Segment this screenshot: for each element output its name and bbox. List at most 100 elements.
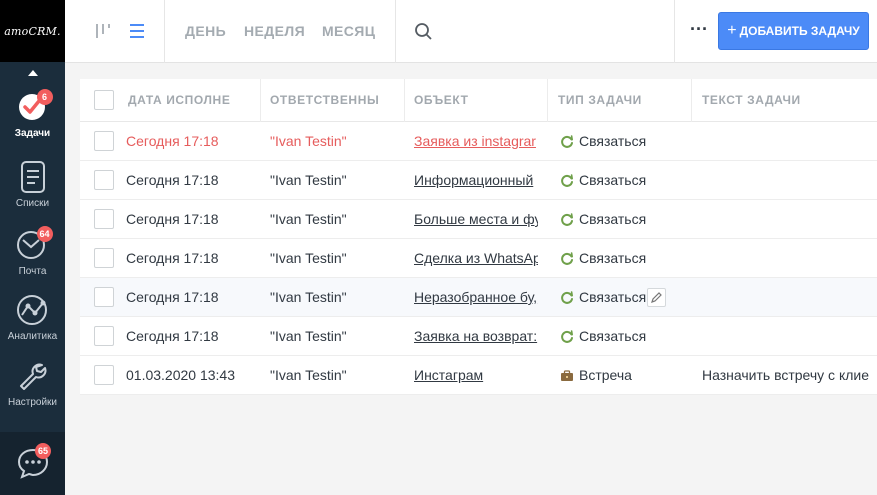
period-month[interactable]: МЕСЯЦ <box>322 23 375 39</box>
table-row[interactable]: Сегодня 17:18 "Ivan Testin" Больше места и… <box>80 200 877 239</box>
task-date: Сегодня 17:18 <box>126 211 219 227</box>
column-divider <box>691 79 692 122</box>
row-checkbox[interactable] <box>94 326 114 346</box>
tasks-check-icon: 6 <box>16 89 53 124</box>
task-text: Назначить встречу с клие <box>702 367 870 383</box>
task-responsible: "Ivan Testin" <box>270 328 347 344</box>
sidebar: amoCRM. 6 Задачи Списки 64 Почта Аналити… <box>0 0 65 495</box>
row-checkbox[interactable] <box>94 287 114 307</box>
sidebar-item-label: Аналитика <box>7 331 58 342</box>
task-date: 01.03.2020 13:43 <box>126 367 235 383</box>
call-task-icon <box>561 173 573 187</box>
task-object-link[interactable]: Инстаграм <box>414 356 538 395</box>
plus-icon: + <box>727 22 737 39</box>
task-type-label: Связаться <box>579 328 647 344</box>
task-responsible: "Ivan Testin" <box>270 250 347 266</box>
task-object-link[interactable]: Сделка из WhatsAp <box>414 239 538 278</box>
table-row[interactable]: Сегодня 17:18 "Ivan Testin" Заявка на возв… <box>80 317 877 356</box>
chat-button[interactable]: 65 <box>16 443 52 480</box>
task-type: Связаться <box>560 317 690 356</box>
sidebar-item-label: Настройки <box>7 397 58 408</box>
row-checkbox[interactable] <box>94 131 114 151</box>
sidebar-item-lists[interactable]: Списки <box>0 160 65 209</box>
more-options-button[interactable]: ··· <box>690 20 710 42</box>
divider <box>164 0 165 63</box>
call-task-icon <box>561 329 573 343</box>
task-type: Связаться <box>560 239 690 278</box>
analytics-icon <box>16 293 50 327</box>
sidebar-item-analytics[interactable]: Аналитика <box>0 293 65 342</box>
scroll-up-arrow-icon[interactable] <box>28 70 38 76</box>
task-object-link[interactable]: Информационный <box>414 161 538 200</box>
table-row[interactable]: Сегодня 17:18 "Ivan Testin" Заявка из inst… <box>80 122 877 161</box>
divider <box>395 0 396 63</box>
task-date: Сегодня 17:18 <box>126 328 219 344</box>
task-date: Сегодня 17:18 <box>126 289 219 305</box>
pipeline-view-button[interactable] <box>93 20 115 42</box>
search-icon <box>415 23 432 40</box>
task-type-label: Связаться <box>579 211 647 227</box>
sidebar-item-tasks[interactable]: 6 Задачи <box>0 89 65 139</box>
logo-text: amoCRM. <box>4 24 61 38</box>
column-header-text[interactable]: ТЕКСТ ЗАДАЧИ <box>702 79 872 122</box>
tasks-badge: 6 <box>36 89 53 105</box>
task-text <box>702 122 877 161</box>
task-object-link[interactable]: Неразобранное бу, <box>414 278 538 317</box>
search-button[interactable] <box>414 22 434 42</box>
task-object-link[interactable]: Заявка на возврат: <box>414 317 538 356</box>
column-divider <box>404 79 405 122</box>
sidebar-item-label: Почта <box>18 266 47 277</box>
divider <box>674 0 675 63</box>
row-checkbox[interactable] <box>94 209 114 229</box>
task-type: Связаться <box>560 161 690 200</box>
sidebar-item-label: Списки <box>15 198 50 209</box>
edit-task-button[interactable] <box>647 288 666 307</box>
amocrm-logo[interactable]: amoCRM. <box>0 0 65 62</box>
mail-icon: 64 <box>16 226 53 262</box>
task-type: Связаться <box>560 122 690 161</box>
period-day[interactable]: ДЕНЬ <box>185 23 226 39</box>
sidebar-item-settings[interactable]: Настройки <box>0 359 65 408</box>
task-date: Сегодня 17:18 <box>126 172 219 188</box>
column-header-type[interactable]: ТИП ЗАДАЧИ <box>558 79 688 122</box>
row-checkbox[interactable] <box>94 170 114 190</box>
chat-badge: 65 <box>35 443 52 459</box>
tasks-table: ДАТА ИСПОЛНЕ ОТВЕТСТВЕННЫ ОБЪЕКТ ТИП ЗАД… <box>80 79 877 395</box>
task-text <box>702 317 877 356</box>
task-type-label: Связаться <box>579 133 647 149</box>
column-header-object[interactable]: ОБЪЕКТ <box>414 79 544 122</box>
task-text <box>702 200 877 239</box>
column-header-responsible[interactable]: ОТВЕТСТВЕННЫ <box>270 79 406 122</box>
task-date: Сегодня 17:18 <box>126 250 219 266</box>
call-task-icon <box>561 290 573 304</box>
task-text <box>702 278 877 317</box>
pencil-icon <box>651 292 662 303</box>
row-checkbox[interactable] <box>94 248 114 268</box>
table-row[interactable]: 01.03.2020 13:43 "Ivan Testin" Инстаграм Вс… <box>80 356 877 395</box>
call-task-icon <box>561 134 573 148</box>
list-view-icon <box>130 24 144 38</box>
row-checkbox[interactable] <box>94 365 114 385</box>
column-divider <box>260 79 261 122</box>
columns-view-icon <box>96 24 110 38</box>
mail-badge: 64 <box>36 226 53 242</box>
task-responsible: "Ivan Testin" <box>270 133 347 149</box>
add-task-label: ДОБАВИТЬ ЗАДАЧУ <box>739 24 860 38</box>
chat-section: 65 <box>0 432 65 495</box>
column-divider <box>547 79 548 122</box>
column-header-date[interactable]: ДАТА ИСПОЛНЕ <box>128 79 258 122</box>
period-week[interactable]: НЕДЕЛЯ <box>244 23 305 39</box>
task-object-link[interactable]: Больше места и фу <box>414 200 538 239</box>
task-responsible: "Ivan Testin" <box>270 367 347 383</box>
list-view-button[interactable] <box>126 20 148 42</box>
top-bar: ДЕНЬ НЕДЕЛЯ МЕСЯЦ ··· + ДОБАВИТЬ ЗАДАЧУ <box>65 0 877 63</box>
table-row[interactable]: Сегодня 17:18 "Ivan Testin" Неразобранное … <box>80 278 877 317</box>
table-row[interactable]: Сегодня 17:18 "Ivan Testin" Информационный… <box>80 161 877 200</box>
add-task-button[interactable]: + ДОБАВИТЬ ЗАДАЧУ <box>718 12 869 50</box>
lists-icon <box>16 160 50 194</box>
task-object-link[interactable]: Заявка из instagrar <box>414 122 538 161</box>
sidebar-item-mail[interactable]: 64 Почта <box>0 226 65 277</box>
table-row[interactable]: Сегодня 17:18 "Ivan Testin" Сделка из What… <box>80 239 877 278</box>
select-all-checkbox[interactable] <box>94 90 114 110</box>
call-task-icon <box>561 251 573 265</box>
